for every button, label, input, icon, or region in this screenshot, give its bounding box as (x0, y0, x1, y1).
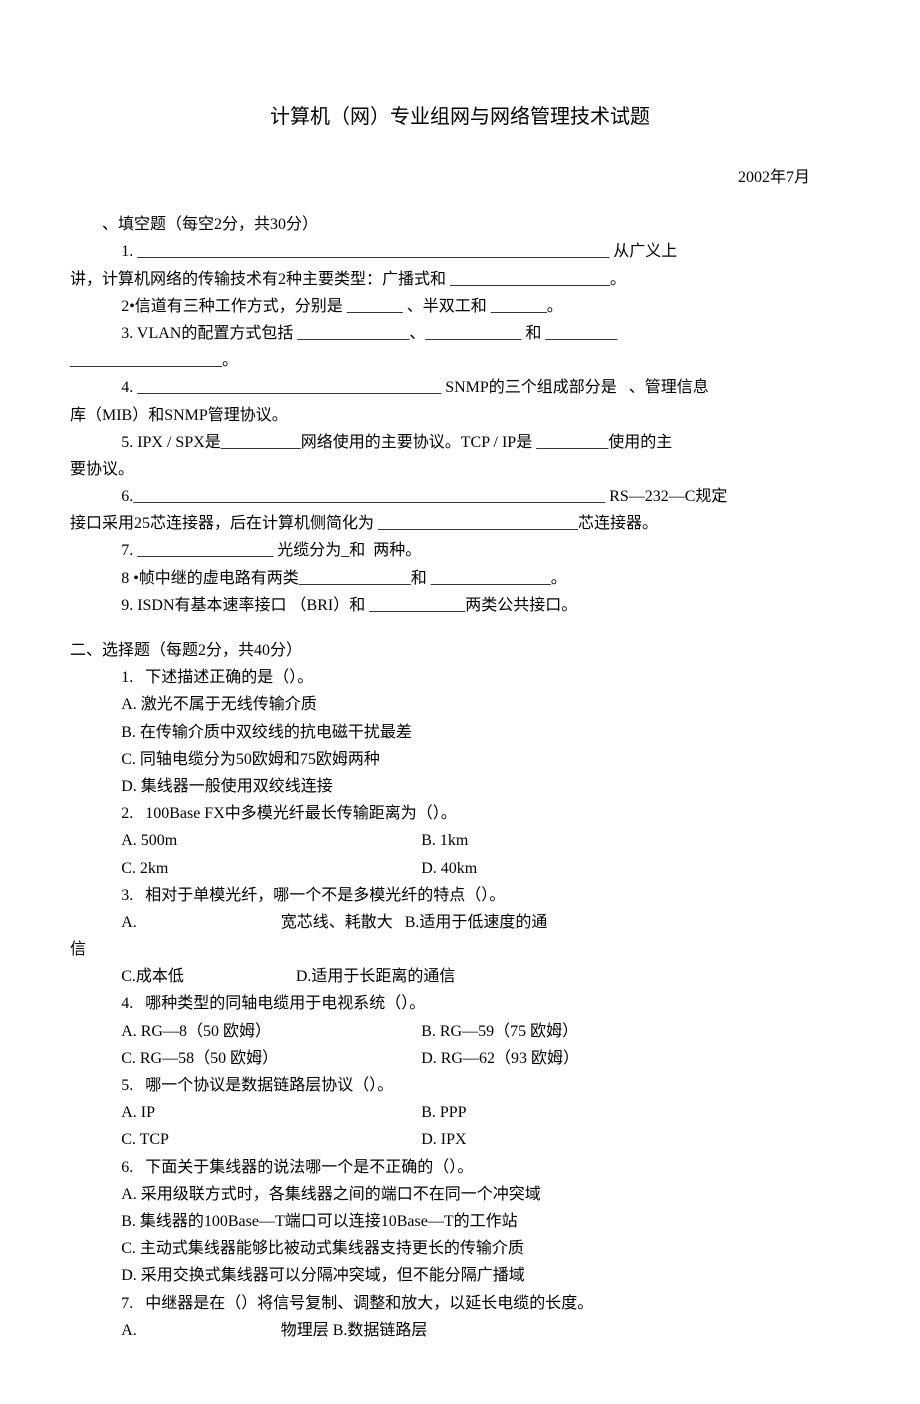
s1-q3: 3. VLAN的配置方式包括 ______________、__________… (70, 320, 850, 347)
s2-q4-d: D. RG—62（93 欧姆） (421, 1045, 579, 1072)
s1-q7: 7. _________________ 光缆分为_和 两种。 (70, 537, 850, 564)
s1-q1b: 讲，计算机网络的传输技术有2种主要类型：广播式和 _______________… (70, 266, 850, 293)
s2-q2-b: B. 1km (421, 827, 468, 854)
s2-q4-row2: C. RG—58（50 欧姆） D. RG—62（93 欧姆） (70, 1045, 850, 1072)
s2-q2-row1: A. 500m B. 1km (70, 827, 850, 854)
s2-q2-a: A. 500m (121, 827, 421, 854)
s2-q1-b: B. 在传输介质中双绞线的抗电磁干扰最差 (70, 719, 850, 746)
s2-q2-d: D. 40km (421, 855, 477, 882)
s2-q5-row1: A. IP B. PPP (70, 1099, 850, 1126)
s2-q1-d: D. 集线器一般使用双绞线连接 (70, 773, 850, 800)
s2-q5-a: A. IP (121, 1099, 421, 1126)
s1-q8: 8 •帧中继的虚电路有两类______________和 ___________… (70, 565, 850, 592)
s2-q2-c: C. 2km (121, 855, 421, 882)
s2-q5-row2: C. TCP D. IPX (70, 1126, 850, 1153)
s1-q4b: 库（MIB）和SNMP管理协议。 (70, 402, 850, 429)
s2-q3-a: A. 宽芯线、耗散大 B.适用于低速度的通 (70, 909, 850, 936)
s1-q5: 5. IPX / SPX是__________网络使用的主要协议。TCP / I… (70, 429, 850, 456)
s2-q5-c: C. TCP (121, 1126, 421, 1153)
s2-q4-a: A. RG—8（50 欧姆） (121, 1018, 421, 1045)
s2-q4-b: B. RG—59（75 欧姆） (421, 1018, 578, 1045)
s1-q1: 1. _____________________________________… (70, 238, 850, 265)
s2-q5-stem: 5. 哪一个协议是数据链路层协议（）。 (70, 1072, 850, 1099)
s2-q4-row1: A. RG—8（50 欧姆） B. RG—59（75 欧姆） (70, 1018, 850, 1045)
s1-q2: 2•信道有三种工作方式，分别是 _______ 、半双工和 _______。 (70, 293, 850, 320)
s2-q2-stem: 2. 100Base FX中多模光纤最长传输距离为（）。 (70, 800, 850, 827)
exam-date: 2002年7月 (70, 164, 850, 191)
s2-q5-d: D. IPX (421, 1126, 466, 1153)
s2-q1-a: A. 激光不属于无线传输介质 (70, 691, 850, 718)
page-title: 计算机（网）专业组网与网络管理技术试题 (70, 100, 850, 134)
s2-q6-stem: 6. 下面关于集线器的说法哪一个是不正确的（）。 (70, 1154, 850, 1181)
section2-head: 二、选择题（每题2分，共40分） (70, 637, 850, 664)
s2-q3-c: C.成本低 D.适用于长距离的通信 (70, 963, 850, 990)
s2-q6-b: B. 集线器的100Base—T端口可以连接10Base—T的工作站 (70, 1208, 850, 1235)
s2-q7-stem: 7. 中继器是在（）将信号复制、调整和放大，以延长电缆的长度。 (70, 1290, 850, 1317)
s2-q4-c: C. RG—58（50 欧姆） (121, 1045, 421, 1072)
s2-q6-a: A. 采用级联方式时，各集线器之间的端口不在同一个冲突域 (70, 1181, 850, 1208)
s1-q6b: 接口采用25芯连接器，后在计算机侧简化为 ___________________… (70, 510, 850, 537)
s1-q9: 9. ISDN有基本速率接口 （BRI）和 ____________两类公共接口… (70, 592, 850, 619)
s2-q4-stem: 4. 哪种类型的同轴电缆用于电视系统（）。 (70, 990, 850, 1017)
s2-q6-d: D. 采用交换式集线器可以分隔冲突域，但不能分隔广播域 (70, 1262, 850, 1289)
s2-q6-c: C. 主动式集线器能够比被动式集线器支持更长的传输介质 (70, 1235, 850, 1262)
s1-q5b: 要协议。 (70, 456, 850, 483)
s2-q1-c: C. 同轴电缆分为50欧姆和75欧姆两种 (70, 746, 850, 773)
s2-q7-a: A. 物理层 B.数据链路层 (70, 1317, 850, 1344)
section1-head: 、填空题（每空2分，共30分） (70, 211, 850, 238)
exam-page: 计算机（网）专业组网与网络管理技术试题 2002年7月 、填空题（每空2分，共3… (0, 0, 920, 1404)
s2-q3-stem: 3. 相对于单模光纤，哪一个不是多模光纤的特点（）。 (70, 882, 850, 909)
s2-q2-row2: C. 2km D. 40km (70, 855, 850, 882)
s1-q3b: ___________________。 (70, 347, 850, 374)
s1-q6: 6.______________________________________… (70, 483, 850, 510)
s2-q3-a2: 信 (70, 936, 850, 963)
s2-q1-stem: 1. 下述描述正确的是（）。 (70, 664, 850, 691)
s2-q5-b: B. PPP (421, 1099, 466, 1126)
s1-q4: 4. _____________________________________… (70, 374, 850, 401)
